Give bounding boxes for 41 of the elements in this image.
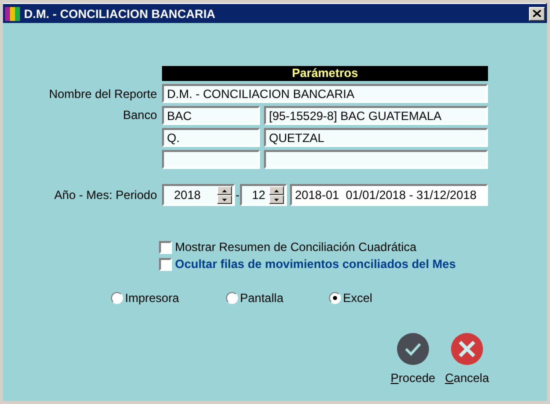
radio-button[interactable] [329, 292, 341, 304]
input-field[interactable]: BAC [162, 106, 260, 125]
window-title: D.M. - CONCILIACION BANCARIA [24, 6, 216, 22]
option-label: Ocultar filas de movimientos conciliados del Mes [175, 256, 456, 273]
down-arrow-icon [273, 198, 280, 202]
check-icon [397, 333, 429, 365]
radio-label: Pantalla [240, 290, 284, 307]
radio-label: Impresora [125, 290, 180, 307]
input-field[interactable] [264, 150, 488, 169]
section-header: Parámetros [162, 66, 488, 81]
cancel-button[interactable]: Cancela [445, 333, 489, 387]
radio-button[interactable] [111, 292, 123, 304]
up-arrow-icon [221, 188, 228, 192]
input-field[interactable] [162, 150, 260, 169]
field-label: Año - Mes: Periodo [54, 188, 157, 202]
spin-down-button[interactable] [217, 195, 232, 204]
field-label: Banco [122, 108, 157, 122]
app-icon [5, 6, 21, 22]
spin-down-button[interactable] [269, 195, 284, 204]
checkbox[interactable] [159, 258, 172, 270]
radio-label: Excel [343, 290, 372, 307]
period-field: 2018-01 01/01/2018 - 31/12/2018 [290, 184, 488, 206]
input-field[interactable]: D.M. - CONCILIACION BANCARIA [162, 84, 488, 103]
input-field[interactable]: Q. [162, 128, 260, 147]
close-icon [533, 10, 541, 17]
up-arrow-icon [273, 188, 280, 192]
spin-field[interactable]: 2018 [162, 184, 235, 206]
option-label: Mostrar Resumen de Conciliación Cuadrática [175, 239, 416, 256]
field-label: Nombre del Reporte [48, 86, 157, 100]
spin-up-button[interactable] [217, 186, 232, 195]
separator-text: - [235, 187, 240, 204]
spin-field[interactable]: 12 [240, 184, 287, 206]
input-field[interactable]: [95-15529-8] BAC GUATEMALA [264, 106, 488, 125]
down-arrow-icon [221, 198, 228, 202]
proceed-button[interactable]: Procede [391, 333, 435, 387]
radio-button[interactable] [226, 292, 238, 304]
checkbox[interactable] [159, 240, 172, 254]
input-field[interactable]: QUETZAL [264, 128, 488, 147]
spin-up-button[interactable] [269, 186, 284, 195]
cancel-icon [451, 333, 483, 365]
close-button[interactable] [529, 6, 545, 20]
